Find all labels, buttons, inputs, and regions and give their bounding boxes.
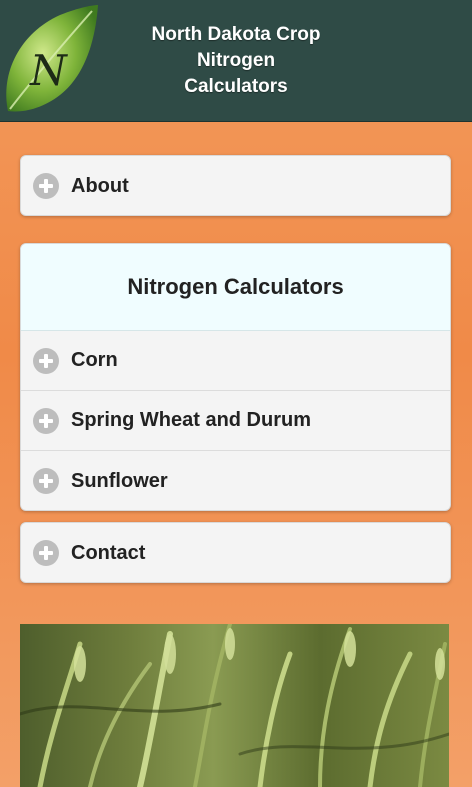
calculator-item-sunflower[interactable]: Sunflower <box>21 451 450 510</box>
nitrogen-calculators-section: Nitrogen Calculators Corn Spring Wheat a… <box>20 243 451 511</box>
app-title-line-1: North Dakota Crop <box>151 24 321 45</box>
plus-circle-icon <box>33 407 59 434</box>
leaf-n-logo-icon: N <box>6 5 99 112</box>
plus-circle-icon <box>33 173 59 199</box>
about-collapsible[interactable]: About <box>21 156 450 216</box>
app-title-line-2: Nitrogen <box>196 50 276 71</box>
about-panel: About <box>20 155 451 216</box>
calculator-item-corn[interactable]: Corn <box>21 331 450 391</box>
calculator-label: Sunflower <box>71 469 168 492</box>
app-title-line-3: Calculators <box>184 76 288 97</box>
about-label: About <box>71 174 129 197</box>
contact-panel: Contact <box>20 522 451 583</box>
contact-collapsible[interactable]: Contact <box>21 523 450 583</box>
section-heading: Nitrogen Calculators <box>21 244 450 331</box>
plus-circle-icon <box>33 347 59 374</box>
wheat-image <box>20 624 449 787</box>
contact-label: Contact <box>71 541 146 564</box>
app-header: N North Dakota Crop Nitrogen Calculators <box>0 0 472 122</box>
plus-circle-icon <box>33 468 59 494</box>
app-title: North Dakota Crop Nitrogen Calculators <box>120 22 352 100</box>
calculator-label: Spring Wheat and Durum <box>71 409 311 431</box>
svg-text:N: N <box>29 46 68 95</box>
calculator-item-spring-wheat-durum[interactable]: Spring Wheat and Durum <box>21 391 450 451</box>
plus-circle-icon <box>33 540 59 566</box>
calculator-label: Corn <box>71 349 118 371</box>
wheat-field-photo <box>20 624 449 787</box>
